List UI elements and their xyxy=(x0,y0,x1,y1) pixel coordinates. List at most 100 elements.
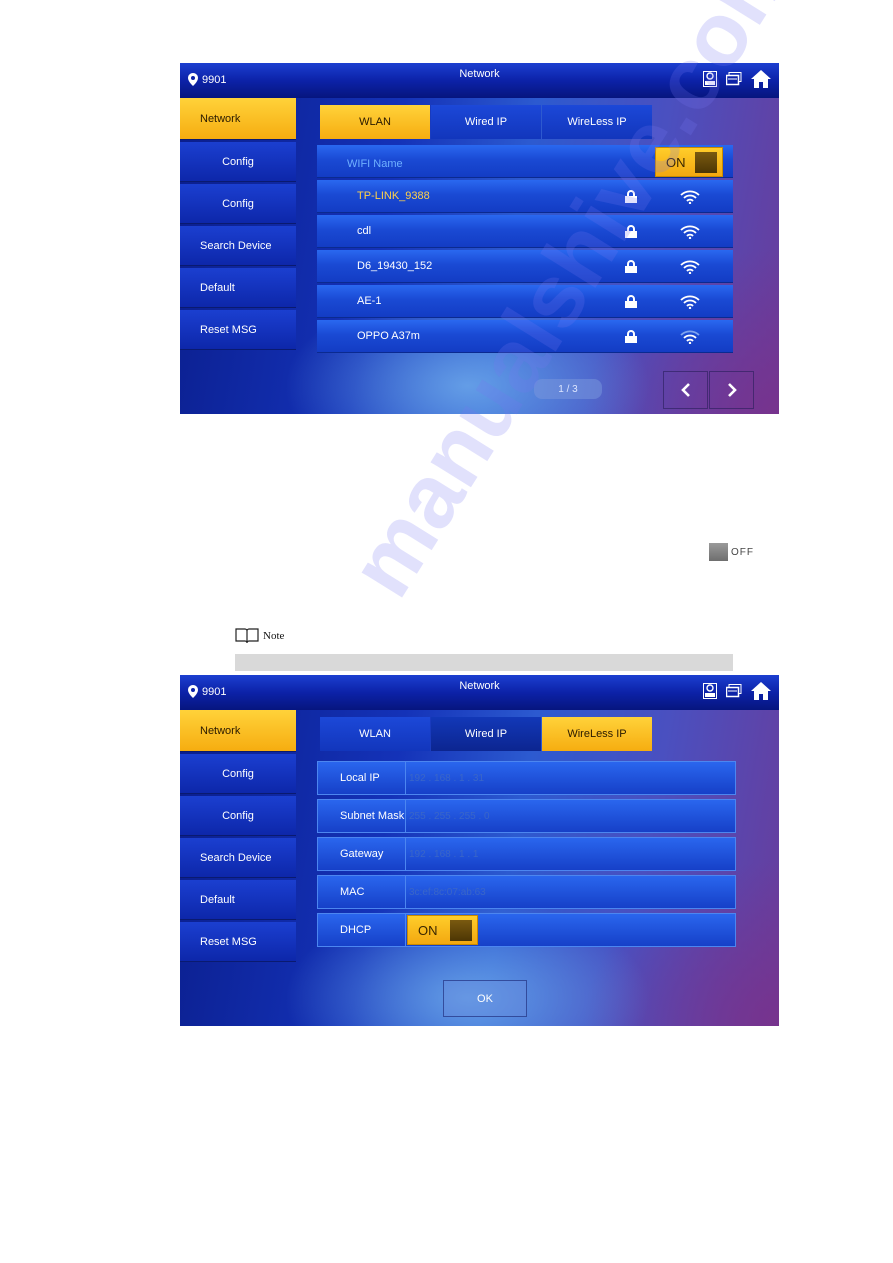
home-icon[interactable] xyxy=(751,70,771,88)
wifi-ssid: OPPO A37m xyxy=(357,330,420,342)
wifi-list: WIFI Name ON TP-LINK_9388 cdl D6_19430_1… xyxy=(317,145,733,355)
sidebar-item-label: Network xyxy=(200,112,241,125)
dhcp-toggle[interactable]: ON xyxy=(407,915,478,945)
mac-value: 3c:ef:8c:07:ab:63 xyxy=(406,875,736,909)
note-label: Note xyxy=(263,630,285,642)
off-toggle-knob xyxy=(709,543,728,561)
wireless-ip-form: Local IP 192 . 168 . 1 . 31 Subnet Mask … xyxy=(317,761,736,951)
page-title: Network xyxy=(459,68,500,80)
sidebar-item-label: Default xyxy=(200,281,235,294)
tab-wireless-ip[interactable]: WireLess IP xyxy=(542,717,652,751)
sidebar-item-config[interactable]: Config xyxy=(180,142,296,182)
sidebar-item-label: Search Device xyxy=(200,239,272,252)
wifi-signal-icon xyxy=(680,330,700,344)
wifi-ssid: cdl xyxy=(357,225,372,237)
dhcp-value: ON xyxy=(406,913,736,947)
tab-wlan[interactable]: WLAN xyxy=(320,717,430,751)
top-bar: 9901 Network xyxy=(180,63,779,98)
sidebar-item-label: Config xyxy=(222,197,254,210)
off-label: OFF xyxy=(731,546,754,558)
network-tabs: WLAN Wired IP WireLess IP xyxy=(320,717,653,751)
field-dhcp: DHCP ON xyxy=(317,913,736,947)
wifi-list-item[interactable]: D6_19430_152 xyxy=(317,250,733,283)
lock-icon xyxy=(625,225,637,238)
field-label: MAC xyxy=(317,875,406,909)
field-label: Subnet Mask xyxy=(317,799,406,833)
wifi-ssid: AE-1 xyxy=(357,295,382,307)
wifi-toggle[interactable]: ON xyxy=(655,147,723,177)
screens-icon[interactable] xyxy=(726,72,742,86)
book-icon xyxy=(235,628,259,644)
field-gateway: Gateway 192 . 168 . 1 . 1 xyxy=(317,837,736,871)
toggle-knob xyxy=(695,152,717,173)
subnet-mask-input[interactable]: 255 . 255 . 255 . 0 xyxy=(406,799,736,833)
wifi-ssid: TP-LINK_9388 xyxy=(357,190,430,202)
sidebar-item-reset-msg[interactable]: Reset MSG xyxy=(180,922,296,962)
top-bar: 9901 Network xyxy=(180,675,779,710)
gateway-input[interactable]: 192 . 168 . 1 . 1 xyxy=(406,837,736,871)
sidebar-item-config[interactable]: Config xyxy=(180,754,296,794)
page-indicator: 1 / 3 xyxy=(534,379,602,399)
tab-wireless-ip[interactable]: WireLess IP xyxy=(542,105,652,139)
home-icon[interactable] xyxy=(751,682,771,700)
sidebar-item-network[interactable]: Network xyxy=(180,98,296,140)
lock-icon xyxy=(625,190,637,203)
toggle-label: ON xyxy=(666,154,686,170)
wlan-screen: 9901 Network Network Config Config Searc… xyxy=(180,63,779,414)
wifi-list-item[interactable]: OPPO A37m xyxy=(317,320,733,353)
tab-wired-ip[interactable]: Wired IP xyxy=(431,717,541,751)
lock-icon xyxy=(625,295,637,308)
off-indicator: OFF xyxy=(709,543,754,561)
sidebar-item-network[interactable]: Network xyxy=(180,710,296,752)
lock-icon xyxy=(625,260,637,273)
field-local-ip: Local IP 192 . 168 . 1 . 31 xyxy=(317,761,736,795)
sidebar-item-default[interactable]: Default xyxy=(180,880,296,920)
field-label: Local IP xyxy=(317,761,406,795)
sidebar-item-config-2[interactable]: Config xyxy=(180,184,296,224)
sidebar-item-label: Config xyxy=(222,155,254,168)
field-mac: MAC 3c:ef:8c:07:ab:63 xyxy=(317,875,736,909)
prev-page-button[interactable] xyxy=(663,371,708,409)
sidebar-item-search-device[interactable]: Search Device xyxy=(180,838,296,878)
next-page-button[interactable] xyxy=(709,371,754,409)
wifi-name-header: WIFI Name xyxy=(347,158,403,170)
wifi-signal-icon xyxy=(680,295,700,309)
chevron-left-icon xyxy=(680,383,690,397)
wifi-list-item[interactable]: AE-1 xyxy=(317,285,733,318)
sidebar-item-search-device[interactable]: Search Device xyxy=(180,226,296,266)
lock-icon xyxy=(625,330,637,343)
sidebar: Network Config Config Search Device Defa… xyxy=(180,98,296,352)
wifi-signal-icon xyxy=(680,225,700,239)
local-ip-input[interactable]: 192 . 168 . 1 . 31 xyxy=(406,761,736,795)
field-label: Gateway xyxy=(317,837,406,871)
screens-icon[interactable] xyxy=(726,684,742,698)
wifi-signal-icon xyxy=(680,260,700,274)
note-heading: Note xyxy=(235,628,284,644)
network-tabs: WLAN Wired IP WireLess IP xyxy=(320,105,653,139)
sidebar-item-label: Config xyxy=(222,767,254,780)
sidebar-item-reset-msg[interactable]: Reset MSG xyxy=(180,310,296,350)
wifi-list-item[interactable]: cdl xyxy=(317,215,733,248)
sidebar-item-label: Network xyxy=(200,724,241,737)
tab-wlan[interactable]: WLAN xyxy=(320,105,430,139)
sidebar-item-label: Search Device xyxy=(200,851,272,864)
page-title: Network xyxy=(459,680,500,692)
monitor-device-icon[interactable] xyxy=(703,71,717,87)
ok-button[interactable]: OK xyxy=(443,980,527,1017)
field-subnet-mask: Subnet Mask 255 . 255 . 255 . 0 xyxy=(317,799,736,833)
sidebar-item-label: Reset MSG xyxy=(200,323,257,336)
monitor-device-icon[interactable] xyxy=(703,683,717,699)
tab-wired-ip[interactable]: Wired IP xyxy=(431,105,541,139)
chevron-right-icon xyxy=(727,383,737,397)
field-label: DHCP xyxy=(317,913,406,947)
wifi-list-item[interactable]: TP-LINK_9388 xyxy=(317,180,733,213)
sidebar-item-label: Reset MSG xyxy=(200,935,257,948)
wifi-signal-icon xyxy=(680,190,700,204)
sidebar-item-label: Default xyxy=(200,893,235,906)
sidebar-item-config-2[interactable]: Config xyxy=(180,796,296,836)
wifi-header-row: WIFI Name ON xyxy=(317,145,733,178)
sidebar-item-default[interactable]: Default xyxy=(180,268,296,308)
toggle-label: ON xyxy=(418,922,438,938)
wireless-ip-screen: 9901 Network Network Config Config Searc… xyxy=(180,675,779,1026)
sidebar-item-label: Config xyxy=(222,809,254,822)
